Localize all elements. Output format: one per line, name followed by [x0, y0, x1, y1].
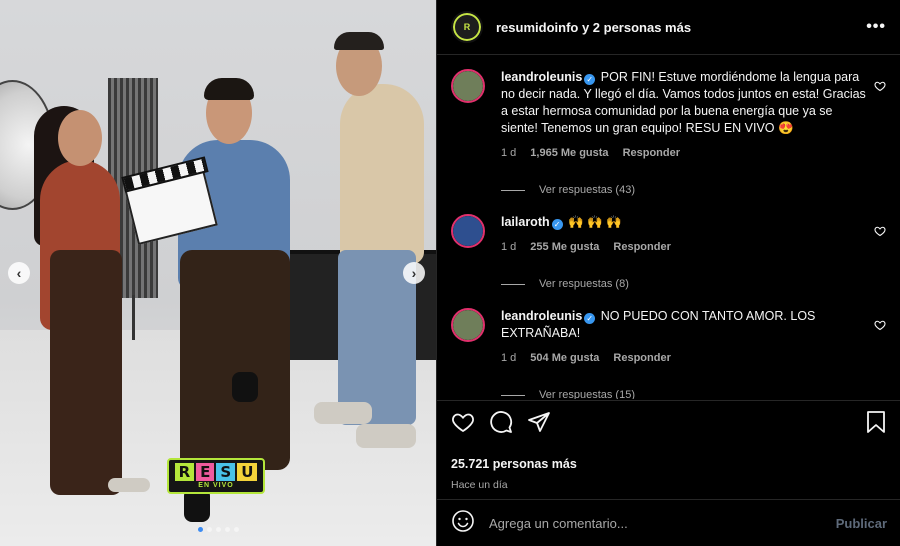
replies-divider [501, 394, 525, 396]
logo-letter: U [237, 463, 258, 481]
verified-icon: ✓ [584, 74, 596, 85]
publish-button[interactable]: Publicar [836, 516, 887, 531]
view-replies-button[interactable]: Ver respuestas (15) [501, 389, 886, 399]
comment-thread: leandroleunis ✓ POR FIN! Estuve mordiéndo… [451, 69, 886, 196]
view-replies-button[interactable]: Ver respuestas (43) [501, 184, 886, 196]
avatar-photo [453, 71, 483, 101]
comment-input[interactable] [489, 515, 836, 531]
comments-list: leandroleunis ✓ POR FIN! Estuve mordiéndo… [437, 55, 900, 399]
comment-likes[interactable]: 1,965 Me gusta [530, 145, 608, 162]
comment-meta: 1 d 1,965 Me gusta Responder [501, 145, 866, 162]
logo-letter: S [216, 463, 236, 481]
shoe [356, 424, 416, 448]
bookmark-icon[interactable] [865, 410, 887, 439]
comment-icon[interactable] [489, 410, 513, 439]
view-replies-button[interactable]: Ver respuestas (8) [501, 278, 886, 290]
verified-icon: ✓ [551, 219, 563, 230]
person-left-legs [50, 250, 122, 495]
resu-logo: R E S U EN VIVO [167, 458, 265, 494]
comment-time[interactable]: 1 d [501, 145, 516, 162]
shoe [232, 372, 258, 402]
avatar-initial: R [453, 13, 481, 41]
comment-thread: lailaroth ✓ 🙌 🙌 🙌 1 d 255 Me gusta Responder… [451, 214, 886, 290]
post-image[interactable]: R E S U EN VIVO ‹ › [0, 0, 436, 546]
person-right [340, 84, 424, 264]
view-replies-label: Ver respuestas (43) [539, 184, 635, 196]
share-icon[interactable] [527, 410, 551, 439]
person-left-face [58, 110, 102, 166]
person-right-hair [334, 32, 384, 50]
verified-icon: ✓ [584, 313, 596, 324]
replies-divider [501, 189, 525, 191]
likes-count[interactable]: 25.721 personas más [451, 457, 887, 471]
more-icon[interactable]: ••• [866, 18, 886, 36]
avatar-photo [453, 310, 483, 340]
emoji-icon[interactable] [451, 509, 475, 538]
comment-time[interactable]: 1 d [501, 239, 516, 256]
heart-icon[interactable] [874, 79, 886, 92]
carousel-indicator [198, 527, 239, 532]
heart-icon[interactable] [451, 410, 475, 439]
person-center-legs [180, 250, 290, 470]
shoe [108, 478, 150, 492]
logo-letter: R [174, 463, 195, 481]
view-replies-label: Ver respuestas (15) [539, 389, 635, 399]
chevron-right-icon[interactable]: › [403, 262, 425, 284]
comment: leandroleunis ✓ NO PUEDO CON TANTO AMOR. … [451, 308, 886, 367]
shoe [314, 402, 372, 424]
resu-logo-subtitle: EN VIVO [198, 482, 234, 489]
post-author[interactable]: resumidoinfo y 2 personas más [496, 20, 691, 35]
carousel-dot [216, 527, 221, 532]
comment-username[interactable]: leandroleunis [501, 309, 582, 323]
reply-button[interactable]: Responder [613, 350, 670, 367]
comment-username[interactable]: leandroleunis [501, 70, 582, 84]
heart-icon[interactable] [874, 224, 886, 237]
comment: lailaroth ✓ 🙌 🙌 🙌 1 d 255 Me gusta Responder [451, 214, 886, 256]
carousel-dot [225, 527, 230, 532]
author-avatar[interactable]: R [451, 11, 483, 43]
carousel-dot [234, 527, 239, 532]
commenter-avatar[interactable] [451, 214, 485, 248]
comment-likes[interactable]: 504 Me gusta [530, 350, 599, 367]
post-header: R resumidoinfo y 2 personas más ••• [437, 0, 900, 55]
comment-body: leandroleunis ✓ NO PUEDO CON TANTO AMOR. … [501, 308, 866, 367]
comment-body: lailaroth ✓ 🙌 🙌 🙌 1 d 255 Me gusta Responder [501, 214, 866, 256]
carousel-dot [198, 527, 203, 532]
comment-time[interactable]: 1 d [501, 350, 516, 367]
carousel-dot [207, 527, 212, 532]
post-time[interactable]: Hace un día [451, 479, 887, 491]
heart-icon[interactable] [874, 318, 886, 331]
logo-letter: E [196, 463, 215, 481]
post-sidebar: R resumidoinfo y 2 personas más ••• lean… [436, 0, 900, 546]
comment-thread: leandroleunis ✓ NO PUEDO CON TANTO AMOR. … [451, 308, 886, 399]
chevron-left-icon[interactable]: ‹ [8, 262, 30, 284]
comment-username[interactable]: lailaroth [501, 215, 550, 229]
reply-button[interactable]: Responder [613, 239, 670, 256]
comment-composer: Publicar [437, 499, 900, 546]
comment-meta: 1 d 255 Me gusta Responder [501, 239, 866, 256]
commenter-avatar[interactable] [451, 69, 485, 103]
comment: leandroleunis ✓ POR FIN! Estuve mordiéndo… [451, 69, 886, 162]
post-actions: 25.721 personas más Hace un día [437, 400, 900, 491]
person-center-hair [204, 78, 254, 100]
reply-button[interactable]: Responder [623, 145, 680, 162]
light-stand [132, 295, 135, 340]
replies-divider [501, 283, 525, 285]
comment-meta: 1 d 504 Me gusta Responder [501, 350, 866, 367]
commenter-avatar[interactable] [451, 308, 485, 342]
view-replies-label: Ver respuestas (8) [539, 278, 629, 290]
comment-body: leandroleunis ✓ POR FIN! Estuve mordiéndo… [501, 69, 866, 162]
comment-text: 🙌 🙌 🙌 [568, 215, 622, 229]
comment-likes[interactable]: 255 Me gusta [530, 239, 599, 256]
avatar-photo [453, 216, 483, 246]
resu-logo-letters: R E S U [174, 463, 258, 481]
action-bar [451, 410, 887, 439]
